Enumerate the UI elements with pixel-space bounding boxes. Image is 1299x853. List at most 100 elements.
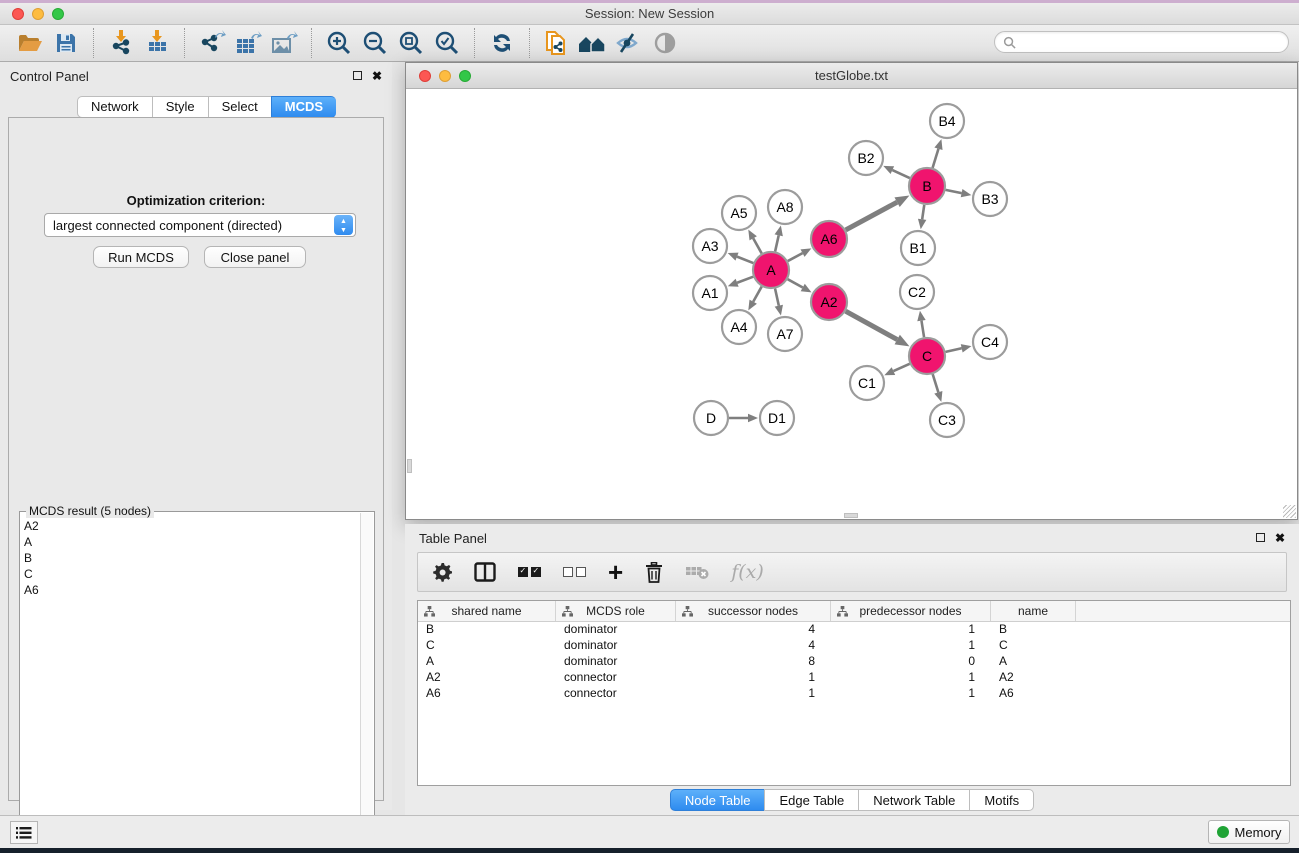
search-field[interactable] (994, 31, 1289, 53)
gear-icon[interactable] (432, 562, 452, 582)
table-cell[interactable]: 4 (676, 622, 831, 638)
result-item[interactable]: A (24, 534, 358, 550)
table-cell[interactable]: 4 (676, 638, 831, 654)
tab-style[interactable]: Style (152, 96, 208, 118)
graph-edge-A-A7[interactable] (775, 289, 779, 306)
graph-edge-A-A1[interactable] (737, 277, 753, 283)
zoom-fit-icon[interactable] (393, 28, 429, 58)
graph-edge-A6-B[interactable] (846, 202, 897, 230)
table-cell[interactable]: A (418, 654, 556, 670)
minimize-window-button[interactable] (32, 8, 44, 20)
result-item[interactable]: A2 (24, 518, 358, 534)
delete-column-icon[interactable] (645, 562, 663, 583)
table-cell[interactable]: connector (556, 686, 676, 702)
close-window-button[interactable] (12, 8, 24, 20)
graph-edge-B-B4[interactable] (933, 149, 939, 168)
graph-edge-A-A8[interactable] (775, 235, 779, 251)
table-cell[interactable]: 1 (676, 670, 831, 686)
close-panel-button[interactable]: Close panel (204, 246, 306, 268)
graph-edge-B-B3[interactable] (946, 190, 962, 193)
table-row[interactable]: A2 connector 1 1 A2 (418, 670, 1290, 686)
tab-mcds[interactable]: MCDS (271, 96, 336, 118)
graph-edge-A-A4[interactable] (753, 287, 762, 302)
add-column-icon[interactable]: + (608, 562, 623, 582)
table-cell[interactable]: 1 (831, 686, 991, 702)
table-cell[interactable]: A2 (991, 670, 1076, 686)
function-builder-icon[interactable]: f(x) (731, 561, 764, 583)
table-row[interactable]: A6 connector 1 1 A6 (418, 686, 1290, 702)
result-item[interactable]: A6 (24, 582, 358, 598)
export-table-icon[interactable] (230, 28, 266, 58)
graph-edge-B-B2[interactable] (892, 170, 909, 178)
table-cell[interactable]: dominator (556, 622, 676, 638)
column-header-shared-name[interactable]: shared name (418, 601, 556, 621)
tab-motifs[interactable]: Motifs (969, 789, 1034, 811)
splitter-handle-icon[interactable] (407, 459, 412, 473)
clear-table-icon[interactable] (685, 563, 709, 581)
table-row[interactable]: B dominator 4 1 B (418, 622, 1290, 638)
hide-selected-icon[interactable] (611, 28, 647, 58)
graph-edge-B-B1[interactable] (922, 205, 924, 219)
zoom-selected-icon[interactable] (429, 28, 465, 58)
close-table-panel-icon[interactable]: ✖ (1275, 531, 1285, 545)
table-cell[interactable]: A (991, 654, 1076, 670)
result-item[interactable]: C (24, 566, 358, 582)
graph-edge-C-C3[interactable] (933, 374, 939, 392)
minimize-network-window-button[interactable] (439, 70, 451, 82)
search-input[interactable] (1016, 33, 1288, 51)
table-cell[interactable]: C (991, 638, 1076, 654)
tab-edge-table[interactable]: Edge Table (764, 789, 858, 811)
tab-select[interactable]: Select (208, 96, 271, 118)
show-all-icon[interactable] (647, 28, 683, 58)
select-all-icon[interactable] (518, 567, 541, 577)
table-cell[interactable]: connector (556, 670, 676, 686)
graph-edge-A-A2[interactable] (788, 279, 803, 287)
open-file-icon[interactable] (12, 28, 48, 58)
zoom-out-icon[interactable] (357, 28, 393, 58)
close-network-window-button[interactable] (419, 70, 431, 82)
resize-grip-icon[interactable] (1283, 505, 1296, 518)
graph-edge-C-C2[interactable] (921, 321, 924, 338)
table-cell[interactable]: A6 (991, 686, 1076, 702)
float-table-panel-icon[interactable] (1256, 531, 1265, 545)
graph-edge-A2-C[interactable] (846, 311, 898, 339)
table-cell[interactable]: B (418, 622, 556, 638)
table-cell[interactable]: C (418, 638, 556, 654)
import-table-icon[interactable] (139, 28, 175, 58)
network-canvas[interactable]: B4B2BB3A5A8A6B1A3AC2A1A2A4A7C4CC1C3DD1 (406, 89, 1297, 519)
column-header-mcds-role[interactable]: MCDS role (556, 601, 676, 621)
graph-edge-C-C4[interactable] (946, 348, 962, 352)
table-cell[interactable]: B (991, 622, 1076, 638)
graph-edge-A-A6[interactable] (788, 253, 803, 261)
clone-network-icon[interactable] (539, 28, 575, 58)
column-header-predecessor-nodes[interactable]: predecessor nodes (831, 601, 991, 621)
optimization-criterion-select[interactable]: largest connected component (directed) ▲… (44, 213, 356, 237)
import-network-icon[interactable] (103, 28, 139, 58)
tab-network[interactable]: Network (77, 96, 152, 118)
table-cell[interactable]: 1 (831, 670, 991, 686)
mcds-result-list[interactable]: A2 A B C A6 (22, 518, 358, 845)
tab-node-table[interactable]: Node Table (670, 789, 765, 811)
table-cell[interactable]: dominator (556, 654, 676, 670)
zoom-network-window-button[interactable] (459, 70, 471, 82)
close-panel-icon[interactable]: ✖ (372, 69, 382, 83)
graph-edge-A-A5[interactable] (753, 238, 762, 253)
table-cell[interactable]: dominator (556, 638, 676, 654)
graph-edge-A-A3[interactable] (737, 257, 753, 263)
table-cell[interactable]: 1 (676, 686, 831, 702)
table-cell[interactable]: 8 (676, 654, 831, 670)
network-window-titlebar[interactable]: testGlobe.txt (406, 63, 1297, 89)
tab-network-table[interactable]: Network Table (858, 789, 969, 811)
memory-button[interactable]: Memory (1208, 820, 1290, 844)
refresh-icon[interactable] (484, 28, 520, 58)
result-scrollbar[interactable] (360, 513, 373, 846)
export-network-icon[interactable] (194, 28, 230, 58)
float-panel-icon[interactable] (353, 69, 362, 83)
run-mcds-button[interactable]: Run MCDS (93, 246, 189, 268)
network-graph[interactable]: B4B2BB3A5A8A6B1A3AC2A1A2A4A7C4CC1C3DD1 (406, 89, 1297, 519)
task-history-button[interactable] (10, 821, 38, 844)
export-image-icon[interactable] (266, 28, 302, 58)
table-cell[interactable]: 1 (831, 622, 991, 638)
table-row[interactable]: A dominator 8 0 A (418, 654, 1290, 670)
table-cell[interactable]: A6 (418, 686, 556, 702)
